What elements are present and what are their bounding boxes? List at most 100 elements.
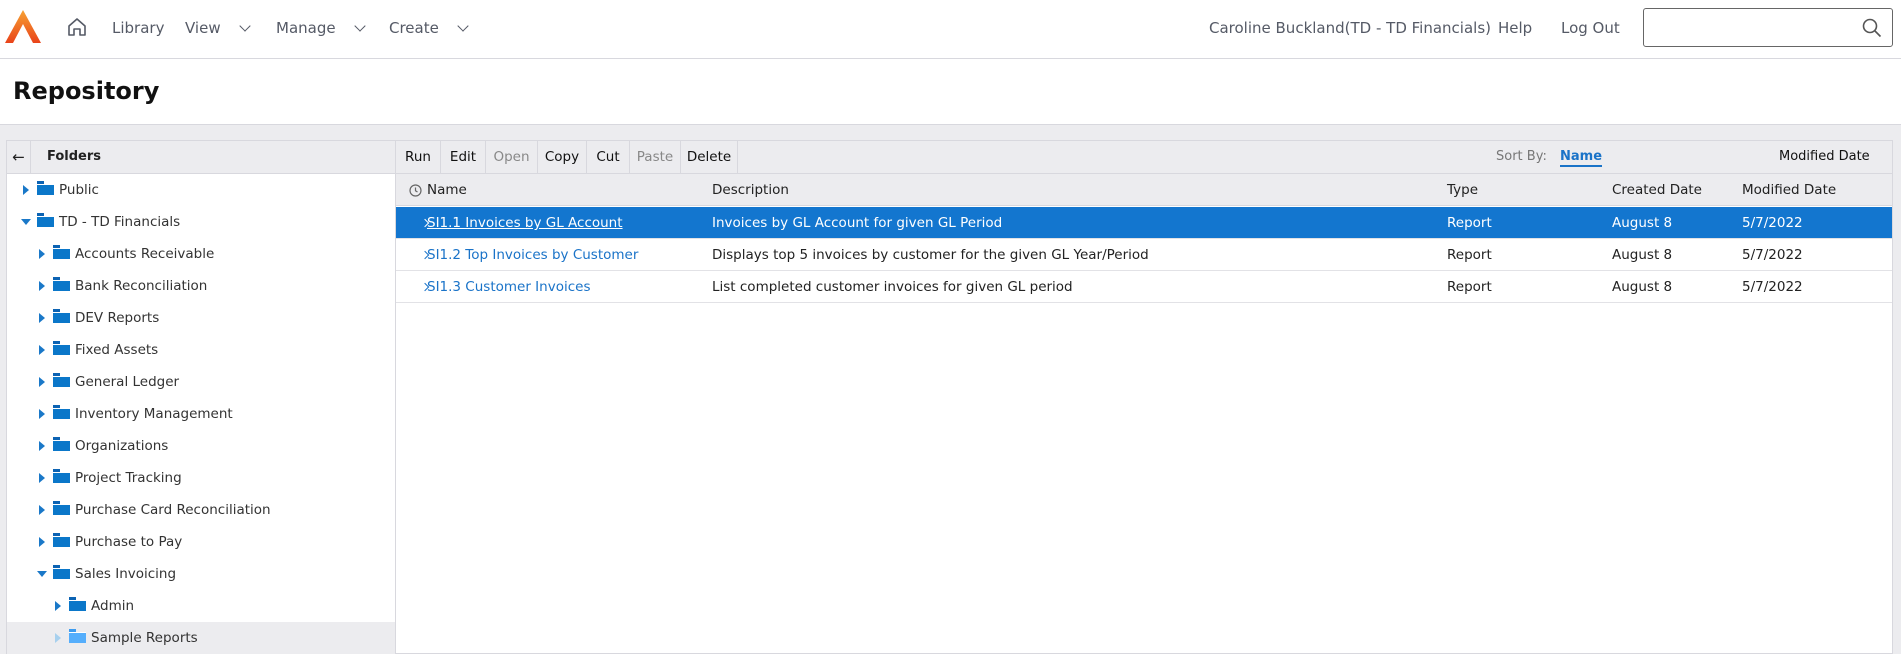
- column-type[interactable]: Type: [1447, 182, 1478, 198]
- sort-by-modified-date[interactable]: Modified Date: [1779, 149, 1870, 164]
- home-icon[interactable]: [66, 16, 88, 38]
- collapse-panel-button[interactable]: ←: [7, 141, 31, 173]
- sort-by-label: Sort By:: [1496, 149, 1547, 164]
- reports-panel: Sort By: Name Modified Date Run Edit Open C…: [395, 140, 1893, 654]
- caret-right-icon[interactable]: [39, 377, 45, 387]
- folder-icon: [53, 501, 70, 515]
- folder-label: Sales Invoicing: [75, 566, 177, 582]
- delete-button[interactable]: Delete: [681, 141, 738, 173]
- cell-created-date: August 8: [1612, 279, 1673, 295]
- caret-right-icon[interactable]: [23, 185, 29, 195]
- folders-panel: ← Folders Public TD - TD Financials Accoun…: [6, 140, 396, 654]
- nav-library[interactable]: Library: [112, 19, 164, 37]
- column-description[interactable]: Description: [712, 182, 789, 198]
- open-button[interactable]: Open: [486, 141, 538, 173]
- caret-right-icon[interactable]: [39, 473, 45, 483]
- folder-label: DEV Reports: [75, 310, 160, 326]
- folder-item[interactable]: Project Tracking: [7, 462, 395, 494]
- chevron-down-icon: [457, 19, 469, 32]
- folder-label: Inventory Management: [75, 406, 233, 422]
- column-created-date[interactable]: Created Date: [1612, 182, 1702, 198]
- caret-right-icon[interactable]: [39, 345, 45, 355]
- nav-label: View: [185, 19, 221, 37]
- cut-button[interactable]: Cut: [587, 141, 630, 173]
- search-input[interactable]: [1643, 8, 1893, 47]
- chevron-down-icon: [353, 19, 366, 32]
- folder-item[interactable]: Sample Reports: [7, 622, 395, 654]
- folder-label: Purchase to Pay: [75, 534, 183, 550]
- folder-icon: [53, 341, 70, 355]
- folder-label: Organizations: [75, 438, 169, 454]
- folder-label: Fixed Assets: [75, 342, 159, 358]
- folder-icon: [69, 597, 86, 611]
- table-row[interactable]: SI1.2 Top Invoices by Customer Displays t…: [396, 239, 1892, 271]
- folder-icon: [37, 181, 54, 195]
- table-row[interactable]: SI1.1 Invoices by GL Account Invoices by …: [396, 207, 1892, 239]
- run-button[interactable]: Run: [396, 141, 441, 173]
- edit-button[interactable]: Edit: [441, 141, 486, 173]
- clock-icon[interactable]: [409, 184, 422, 197]
- folders-title: Folders: [47, 149, 102, 164]
- cell-modified-date: 5/7/2022: [1742, 215, 1803, 231]
- help-link[interactable]: Help: [1498, 19, 1532, 37]
- folder-icon: [53, 533, 70, 547]
- cell-modified-date: 5/7/2022: [1742, 247, 1803, 263]
- folder-icon: [53, 469, 70, 483]
- caret-right-icon[interactable]: [39, 249, 45, 259]
- sort-by-name[interactable]: Name: [1560, 149, 1603, 167]
- search-icon[interactable]: [1862, 18, 1882, 38]
- nav-label: Manage: [276, 19, 336, 37]
- folder-label: Public: [59, 182, 99, 198]
- folder-label: Sample Reports: [91, 630, 198, 646]
- nav-create[interactable]: Create: [389, 19, 469, 37]
- column-modified-date[interactable]: Modified Date: [1742, 182, 1836, 198]
- nav-view[interactable]: View: [185, 19, 251, 37]
- caret-right-icon[interactable]: [39, 281, 45, 291]
- paste-button[interactable]: Paste: [630, 141, 681, 173]
- top-header: Library View Manage Create Caroline Buck…: [0, 0, 1901, 59]
- folder-item[interactable]: Public: [7, 174, 395, 206]
- folder-item[interactable]: Accounts Receivable: [7, 238, 395, 270]
- copy-button[interactable]: Copy: [538, 141, 587, 173]
- nav-manage[interactable]: Manage: [276, 19, 366, 37]
- folder-icon: [37, 213, 54, 227]
- folder-item[interactable]: TD - TD Financials: [7, 206, 395, 238]
- app-logo[interactable]: [5, 10, 41, 44]
- caret-right-icon[interactable]: [39, 313, 45, 323]
- cell-type: Report: [1447, 247, 1492, 263]
- cell-name[interactable]: SI1.1 Invoices by GL Account: [427, 215, 623, 231]
- folder-icon: [53, 565, 70, 579]
- cell-name[interactable]: SI1.2 Top Invoices by Customer: [427, 247, 638, 263]
- caret-right-icon[interactable]: [39, 409, 45, 419]
- cell-type: Report: [1447, 215, 1492, 231]
- caret-right-icon[interactable]: [39, 505, 45, 515]
- caret-right-icon[interactable]: [55, 601, 61, 611]
- folder-item[interactable]: General Ledger: [7, 366, 395, 398]
- cell-created-date: August 8: [1612, 247, 1673, 263]
- folder-item[interactable]: Bank Reconciliation: [7, 270, 395, 302]
- folder-label: Project Tracking: [75, 470, 182, 486]
- caret-right-icon[interactable]: [55, 633, 61, 643]
- folder-item[interactable]: Admin: [7, 590, 395, 622]
- folder-icon: [53, 437, 70, 451]
- folder-icon: [53, 405, 70, 419]
- folder-item[interactable]: DEV Reports: [7, 302, 395, 334]
- logout-link[interactable]: Log Out: [1561, 19, 1620, 37]
- folder-item[interactable]: Inventory Management: [7, 398, 395, 430]
- folder-item[interactable]: Purchase to Pay: [7, 526, 395, 558]
- cell-name[interactable]: SI1.3 Customer Invoices: [427, 279, 590, 295]
- table-row[interactable]: SI1.3 Customer Invoices List completed cu…: [396, 271, 1892, 303]
- folder-item[interactable]: Organizations: [7, 430, 395, 462]
- cell-description: List completed customer invoices for giv…: [712, 279, 1073, 295]
- folder-label: Bank Reconciliation: [75, 278, 208, 294]
- user-name[interactable]: Caroline Buckland(TD - TD Financials): [1209, 19, 1491, 37]
- folder-item[interactable]: Sales Invoicing: [7, 558, 395, 590]
- caret-down-icon[interactable]: [21, 219, 31, 225]
- caret-down-icon[interactable]: [37, 571, 47, 577]
- folder-item[interactable]: Fixed Assets: [7, 334, 395, 366]
- caret-right-icon[interactable]: [39, 441, 45, 451]
- folder-label: Purchase Card Reconciliation: [75, 502, 271, 518]
- folder-item[interactable]: Purchase Card Reconciliation: [7, 494, 395, 526]
- column-name[interactable]: Name: [427, 182, 467, 198]
- caret-right-icon[interactable]: [39, 537, 45, 547]
